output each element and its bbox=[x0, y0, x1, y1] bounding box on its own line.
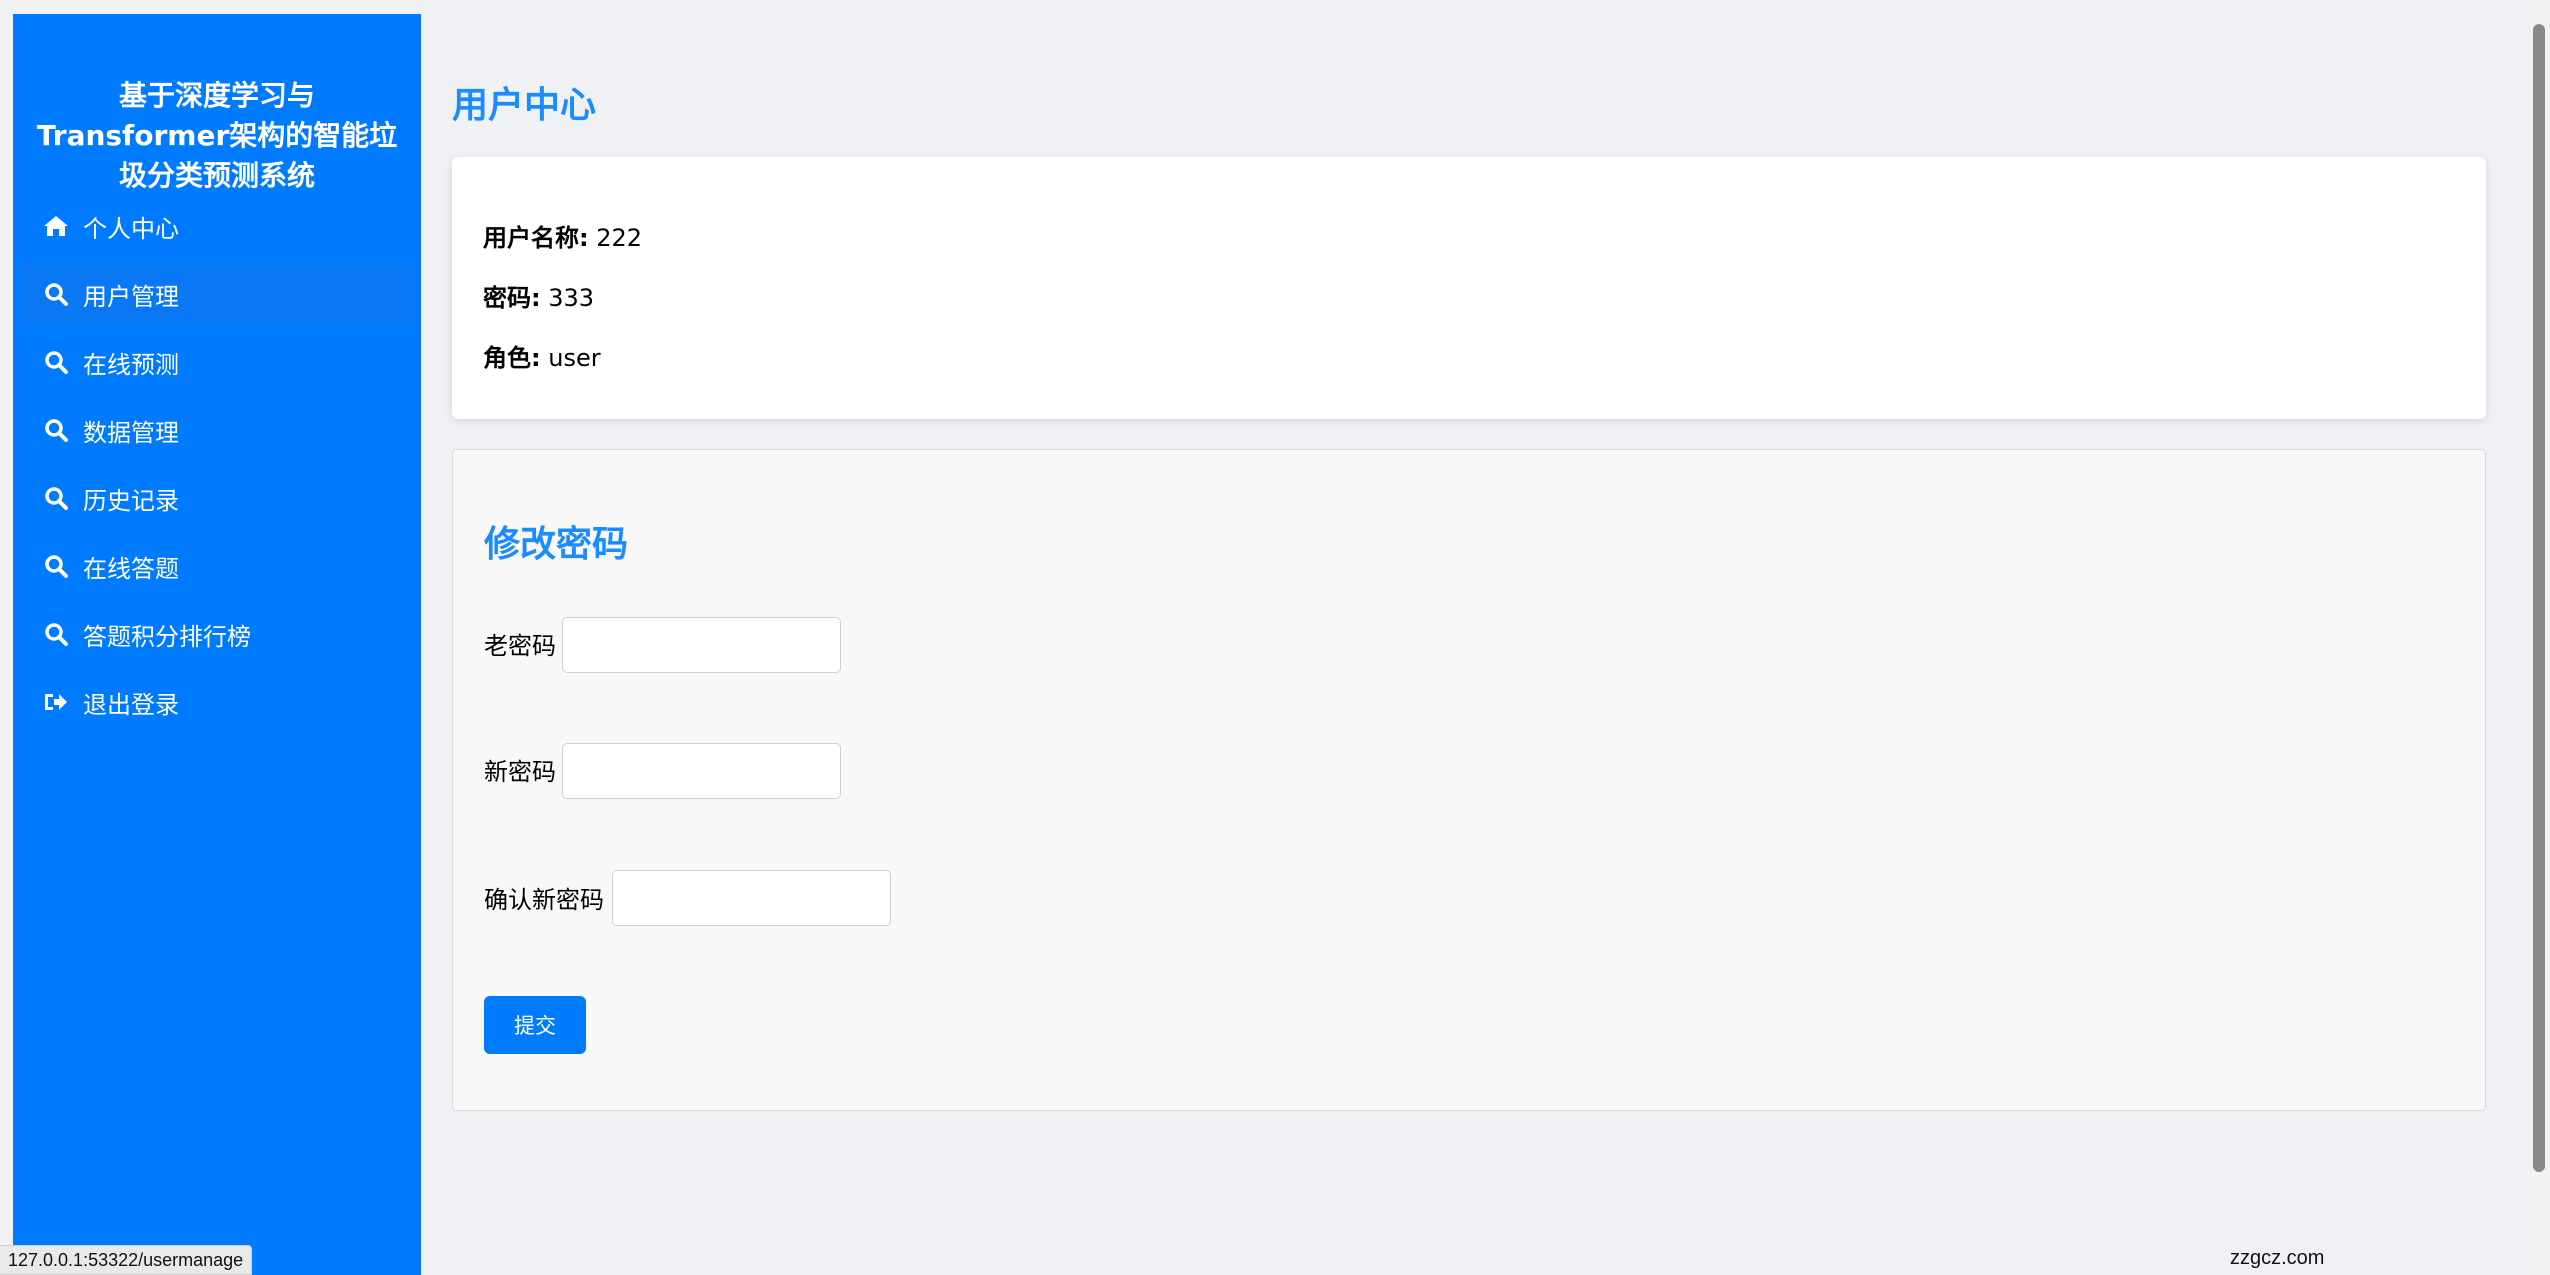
change-password-card: 修改密码 老密码 新密码 确认新密码 提交 bbox=[452, 449, 2486, 1111]
scrollbar-thumb[interactable] bbox=[2533, 24, 2545, 1172]
sidebar-item-quiz-leaderboard[interactable]: 答题积分排行榜 bbox=[13, 604, 421, 664]
sidebar-item-data-management[interactable]: 数据管理 bbox=[13, 400, 421, 460]
sidebar-item-label: 个人中心 bbox=[83, 214, 179, 243]
sidebar-item-label: 历史记录 bbox=[83, 486, 179, 515]
sidebar-nav: 个人中心 用户管理 在线预测 数据管理 历史记录 在线答题 答题积分排行榜 退出… bbox=[13, 196, 421, 740]
search-icon bbox=[43, 621, 69, 647]
search-icon bbox=[43, 417, 69, 443]
sidebar-item-label: 用户管理 bbox=[83, 282, 179, 311]
submit-button[interactable]: 提交 bbox=[484, 996, 586, 1054]
change-password-title: 修改密码 bbox=[484, 524, 629, 565]
sidebar-item-label: 在线预测 bbox=[83, 350, 179, 379]
page: 基于深度学习与Transformer架构的智能垃圾分类预测系统 个人中心 用户管… bbox=[0, 0, 2550, 1275]
role-row: 角色: user bbox=[483, 338, 601, 373]
sidebar-item-label: 在线答题 bbox=[83, 554, 179, 583]
sidebar-item-logout[interactable]: 退出登录 bbox=[13, 672, 421, 732]
main-content: 用户中心 用户名称: 222 密码: 333 角色: user 修改密码 老密码… bbox=[452, 0, 2487, 1275]
sidebar-item-online-quiz[interactable]: 在线答题 bbox=[13, 536, 421, 596]
old-password-input[interactable] bbox=[562, 617, 841, 673]
page-title: 用户中心 bbox=[452, 85, 597, 126]
status-bar-url: 127.0.0.1:53322/usermanage bbox=[0, 1245, 253, 1275]
password-row: 密码: 333 bbox=[483, 278, 594, 313]
home-icon bbox=[43, 213, 69, 239]
username-row: 用户名称: 222 bbox=[483, 218, 642, 253]
search-icon bbox=[43, 553, 69, 579]
new-password-label: 新密码 bbox=[484, 758, 556, 786]
new-password-input[interactable] bbox=[562, 743, 841, 799]
role-value: user bbox=[548, 344, 601, 372]
sidebar-item-label: 数据管理 bbox=[83, 418, 179, 447]
sign-out-icon bbox=[43, 689, 69, 715]
sidebar: 基于深度学习与Transformer架构的智能垃圾分类预测系统 个人中心 用户管… bbox=[13, 14, 421, 1275]
user-info-card: 用户名称: 222 密码: 333 角色: user bbox=[452, 157, 2486, 419]
watermark: zzgcz.com bbox=[2230, 1247, 2325, 1269]
old-password-label: 老密码 bbox=[484, 632, 556, 660]
sidebar-item-user-management[interactable]: 用户管理 bbox=[21, 264, 413, 324]
password-label: 密码: bbox=[483, 284, 541, 312]
sidebar-item-label: 退出登录 bbox=[83, 690, 179, 719]
password-value: 333 bbox=[548, 284, 595, 312]
username-label: 用户名称: bbox=[483, 224, 589, 252]
sidebar-item-personal-center[interactable]: 个人中心 bbox=[13, 196, 421, 256]
sidebar-item-history[interactable]: 历史记录 bbox=[13, 468, 421, 528]
confirm-password-label: 确认新密码 bbox=[484, 886, 604, 914]
sidebar-item-online-prediction[interactable]: 在线预测 bbox=[13, 332, 421, 392]
system-title: 基于深度学习与Transformer架构的智能垃圾分类预测系统 bbox=[36, 79, 398, 192]
sidebar-item-label: 答题积分排行榜 bbox=[83, 622, 251, 651]
username-value: 222 bbox=[596, 224, 643, 252]
role-label: 角色: bbox=[483, 344, 541, 372]
search-icon bbox=[43, 349, 69, 375]
confirm-password-input[interactable] bbox=[612, 870, 891, 926]
search-icon bbox=[43, 281, 69, 307]
vertical-scrollbar[interactable] bbox=[2528, 0, 2550, 1275]
search-icon bbox=[43, 485, 69, 511]
